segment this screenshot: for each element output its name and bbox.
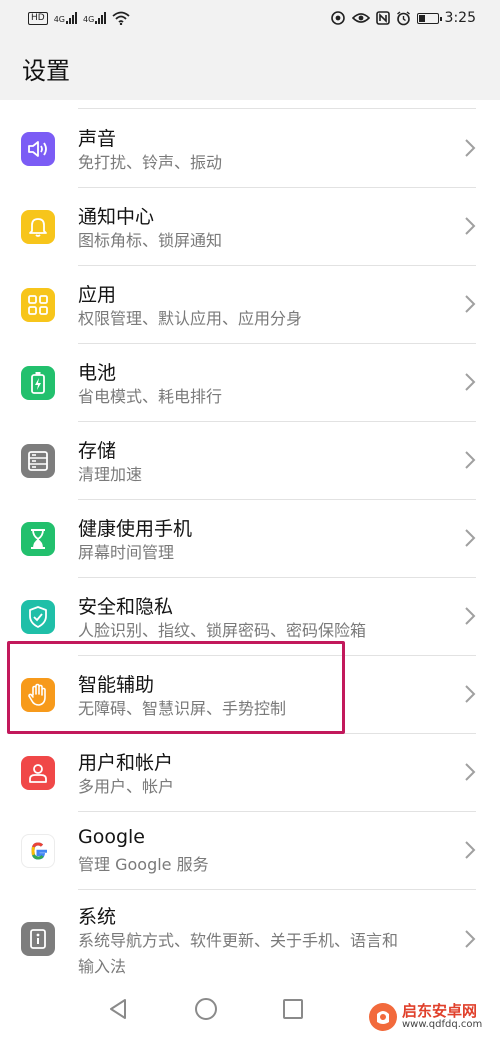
eye-comfort-icon	[351, 13, 370, 23]
chevron-right-icon	[465, 607, 476, 625]
chevron-right-icon	[465, 451, 476, 469]
navigation-bar: 启东安卓网 www.qdfdq.com	[0, 987, 500, 1039]
recents-icon	[283, 999, 303, 1019]
hd-badge: HD	[28, 11, 48, 25]
watermark: 启东安卓网 www.qdfdq.com	[368, 999, 498, 1035]
settings-item-apps[interactable]: 应用 权限管理、默认应用、应用分身	[0, 266, 500, 344]
item-title: 存储	[78, 440, 117, 462]
sim2-network-type: 4G	[83, 15, 95, 24]
item-subtitle: 权限管理、默认应用、应用分身	[78, 309, 303, 328]
alarm-icon	[396, 10, 410, 25]
apps-grid-icon	[21, 288, 55, 322]
settings-item-google[interactable]: Google 管理 Google 服务	[0, 812, 500, 890]
settings-item-users-accounts[interactable]: 用户和帐户 多用户、帐户	[0, 734, 500, 812]
hourglass-icon	[21, 522, 55, 556]
back-icon	[110, 999, 126, 1019]
shield-icon	[21, 600, 55, 634]
back-button[interactable]	[104, 995, 132, 1023]
item-subtitle: 清理加速	[78, 465, 143, 484]
item-title: 安全和隐私	[78, 596, 174, 618]
item-subtitle: 省电模式、耗电排行	[78, 387, 223, 406]
highlight-box	[7, 641, 345, 734]
bell-icon	[21, 210, 55, 244]
home-icon	[195, 998, 217, 1020]
page-title: 设置	[22, 56, 70, 85]
chevron-right-icon	[465, 217, 476, 235]
item-title: 应用	[78, 284, 117, 306]
item-subtitle: 管理 Google 服务	[78, 855, 209, 874]
battery-charge-icon	[21, 366, 55, 400]
recents-button[interactable]	[279, 995, 307, 1023]
status-time: 3:25	[444, 10, 476, 26]
speaker-icon	[21, 132, 55, 166]
watermark-url: www.qdfdq.com	[402, 1018, 483, 1030]
signal-sim1: 4G	[54, 12, 77, 24]
settings-item-storage[interactable]: 存储 清理加速	[0, 422, 500, 500]
signal-bars-icon	[66, 12, 77, 24]
settings-item-battery[interactable]: 电池 省电模式、耗电排行	[0, 344, 500, 422]
item-title: 健康使用手机	[78, 518, 193, 540]
chevron-right-icon	[465, 841, 476, 859]
item-subtitle: 免打扰、铃声、振动	[78, 153, 223, 172]
chevron-right-icon	[465, 139, 476, 157]
chevron-right-icon	[465, 930, 476, 948]
eye-icon	[330, 11, 345, 25]
google-icon	[21, 834, 55, 868]
watermark-logo-icon	[369, 1003, 397, 1031]
item-subtitle: 屏幕时间管理	[78, 543, 175, 562]
item-subtitle: 多用户、帐户	[78, 777, 175, 796]
chevron-right-icon	[465, 529, 476, 547]
home-button[interactable]	[192, 995, 220, 1023]
chevron-right-icon	[465, 763, 476, 781]
item-title: 电池	[78, 362, 117, 384]
storage-icon	[21, 444, 55, 478]
chevron-right-icon	[465, 295, 476, 313]
item-title: Google	[78, 826, 146, 848]
watermark-title: 启东安卓网	[402, 1001, 478, 1020]
signal-sim2: 4G	[83, 12, 107, 24]
item-title: 通知中心	[78, 206, 155, 228]
settings-item-digital-balance[interactable]: 健康使用手机 屏幕时间管理	[0, 500, 500, 578]
item-title: 用户和帐户	[78, 752, 174, 774]
nfc-icon	[375, 11, 390, 25]
page-title-bar: 设置	[0, 36, 500, 100]
item-subtitle: 人脸识别、指纹、锁屏密码、密码保险箱	[78, 621, 367, 640]
status-bar: HD 4G 4G 3:25	[0, 0, 500, 36]
settings-item-sound[interactable]: 声音 免打扰、铃声、振动	[0, 110, 500, 188]
system-info-icon	[21, 922, 55, 956]
divider	[78, 108, 476, 109]
item-subtitle-line2: 输入法	[78, 957, 127, 976]
user-icon	[21, 756, 55, 790]
chevron-right-icon	[465, 373, 476, 391]
item-subtitle: 图标角标、锁屏通知	[78, 231, 223, 250]
chevron-right-icon	[465, 685, 476, 703]
item-title: 系统	[78, 906, 117, 928]
settings-item-notifications[interactable]: 通知中心 图标角标、锁屏通知	[0, 188, 500, 266]
signal-bars-icon	[95, 12, 107, 24]
wifi-icon	[112, 11, 130, 25]
battery-icon	[416, 12, 442, 24]
item-subtitle-line1: 系统导航方式、软件更新、关于手机、语言和	[78, 931, 399, 950]
item-title: 声音	[78, 128, 117, 150]
sim1-network-type: 4G	[53, 15, 65, 24]
settings-item-system[interactable]: 系统 系统导航方式、软件更新、关于手机、语言和 输入法	[0, 890, 500, 990]
